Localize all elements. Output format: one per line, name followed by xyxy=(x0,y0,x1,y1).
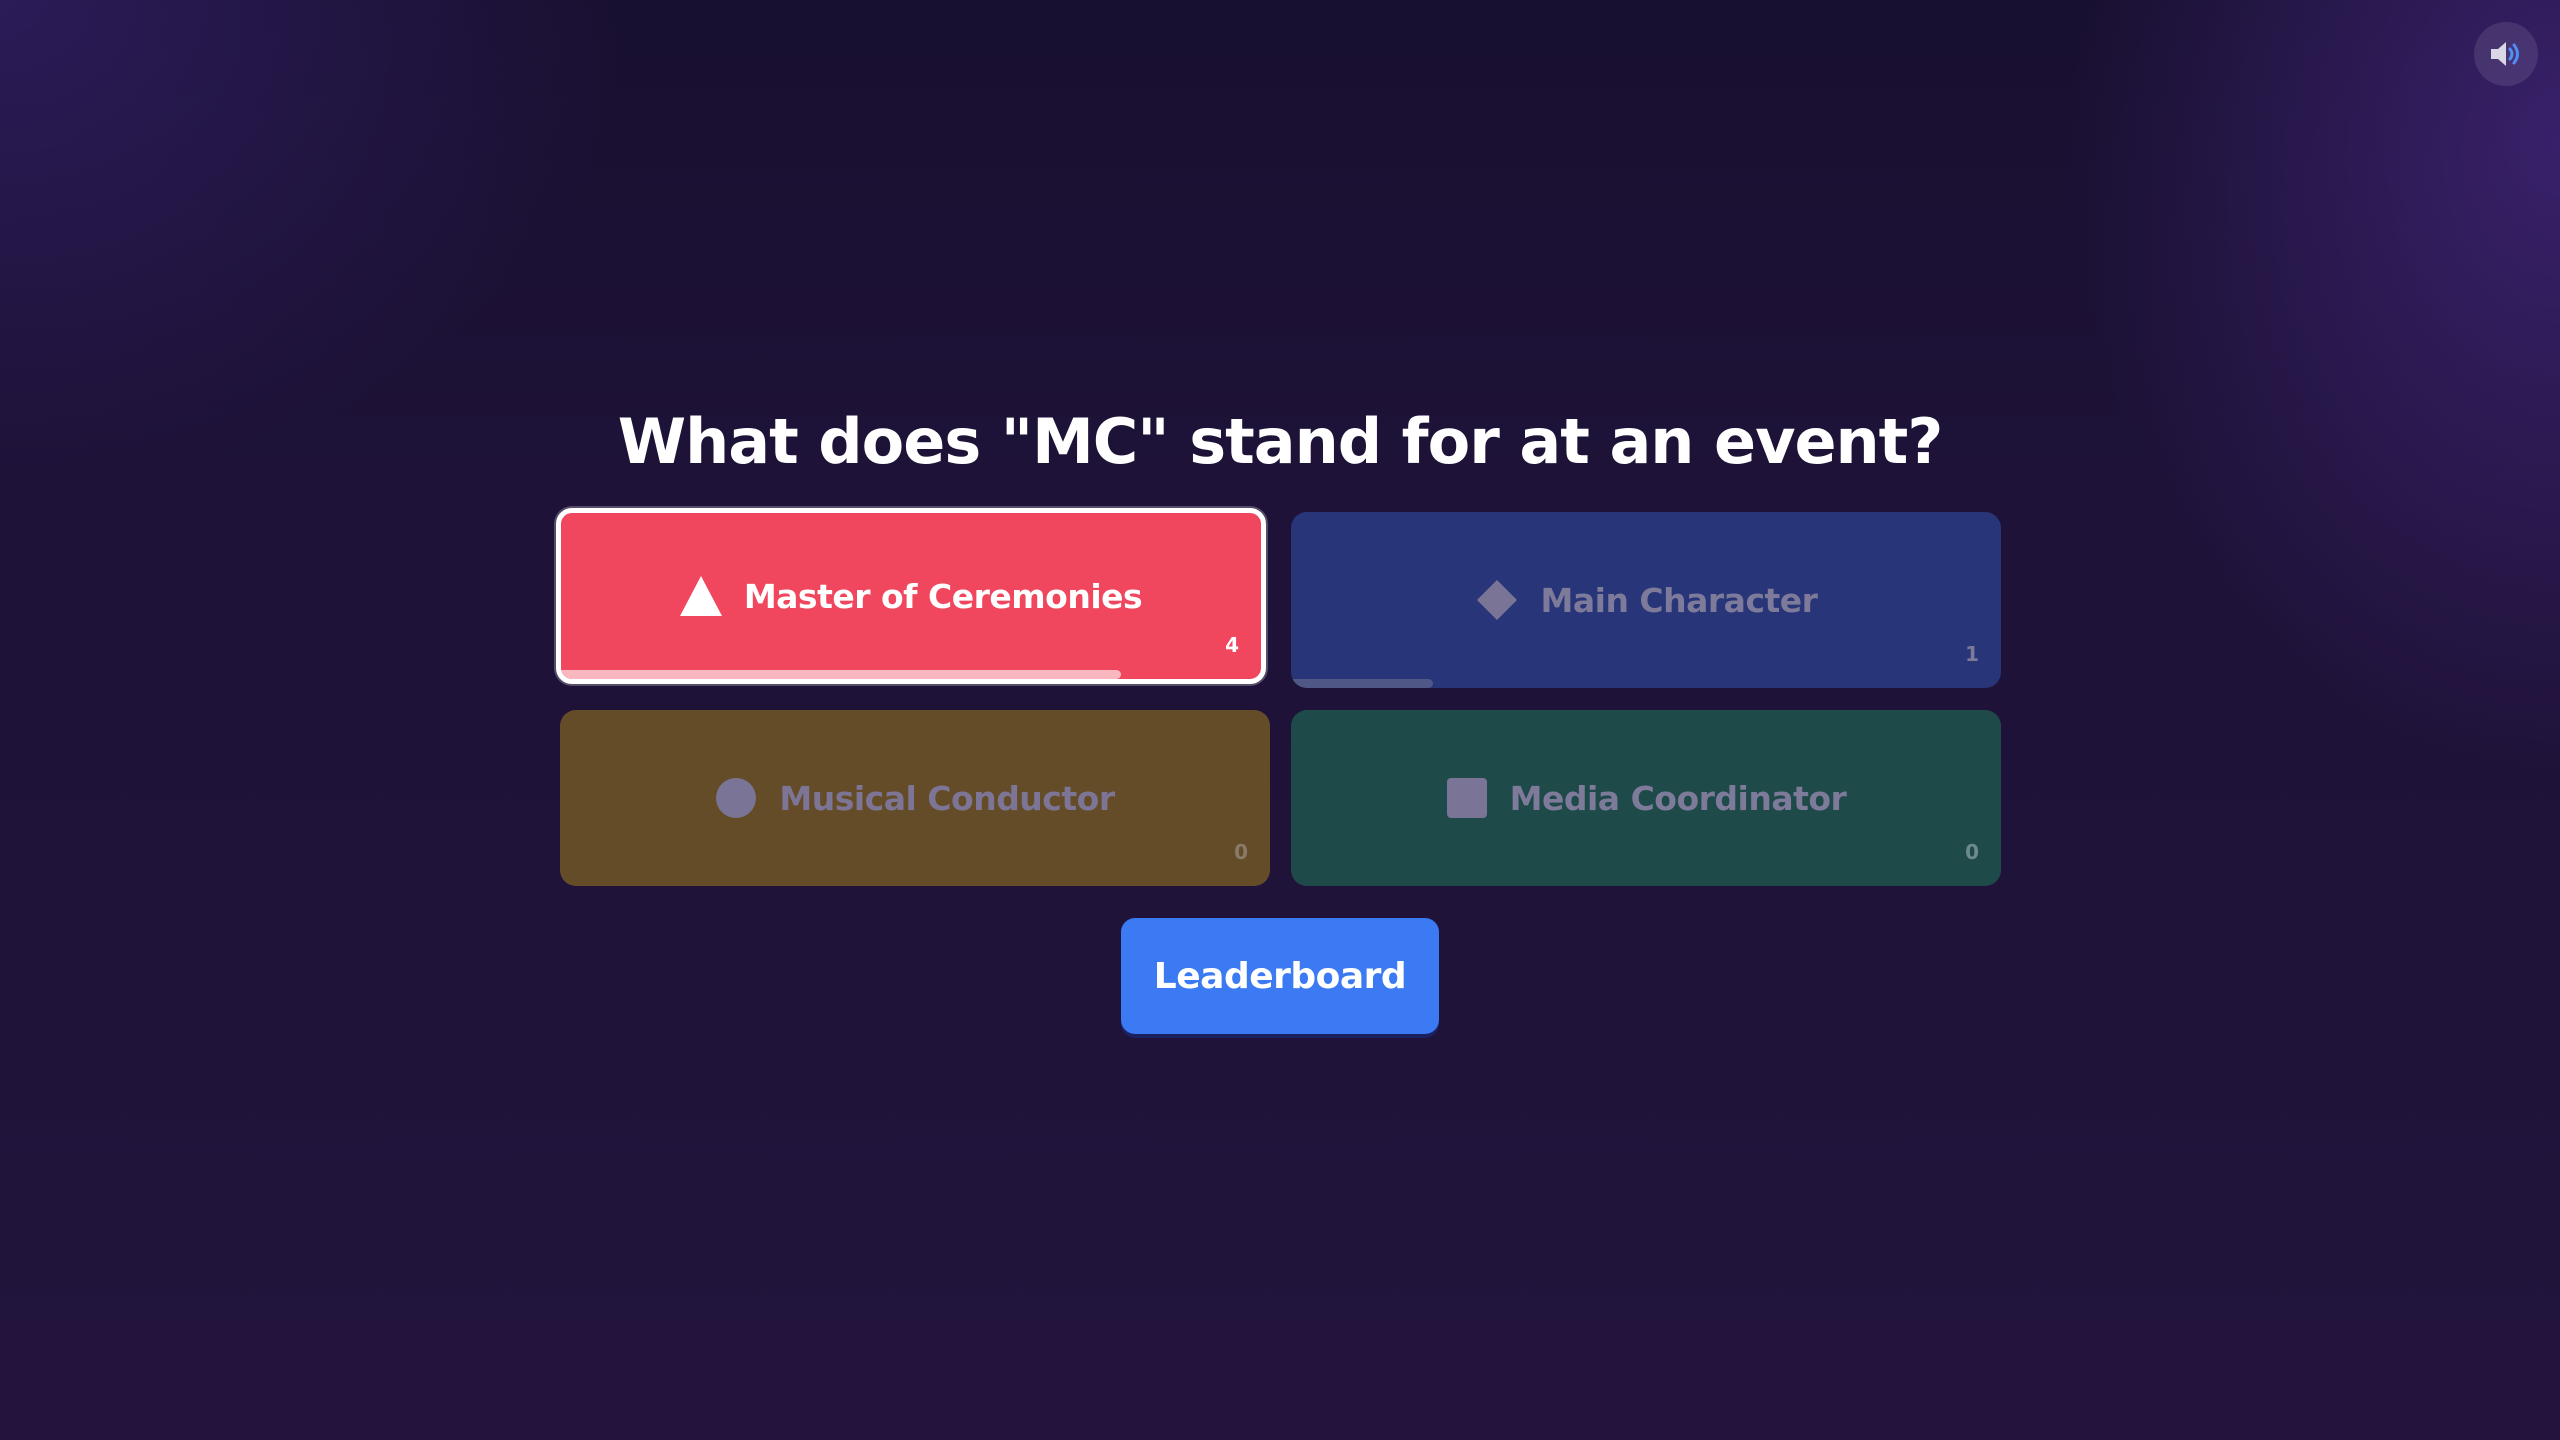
speaker-icon xyxy=(2489,39,2523,69)
triangle-icon xyxy=(679,576,722,616)
question-title: What does "MC" stand for at an event? xyxy=(617,405,1944,478)
answer-card-master-of-ceremonies[interactable]: Master of Ceremonies 4 xyxy=(556,508,1266,684)
answer-card-main-character[interactable]: Main Character 1 xyxy=(1291,512,2001,688)
vote-progress-bar xyxy=(561,670,1121,679)
leaderboard-button[interactable]: Leaderboard xyxy=(1121,918,1439,1034)
answer-vote-count: 1 xyxy=(1965,642,1979,666)
answer-vote-count: 0 xyxy=(1965,840,1979,864)
circle-icon xyxy=(715,777,757,819)
answer-card-media-coordinator[interactable]: Media Coordinator 0 xyxy=(1291,710,2001,886)
sound-toggle-button[interactable] xyxy=(2474,22,2538,86)
square-icon xyxy=(1446,777,1488,819)
vote-progress-bar xyxy=(1291,679,1433,688)
answer-label: Main Character xyxy=(1540,580,1818,620)
answer-label: Media Coordinator xyxy=(1509,778,1847,818)
answer-vote-count: 0 xyxy=(1234,840,1248,864)
answer-vote-count: 4 xyxy=(1225,633,1239,657)
answer-card-musical-conductor[interactable]: Musical Conductor 0 xyxy=(560,710,1270,886)
answer-label: Musical Conductor xyxy=(779,778,1115,818)
diamond-icon xyxy=(1475,578,1519,622)
answer-label: Master of Ceremonies xyxy=(743,576,1143,616)
